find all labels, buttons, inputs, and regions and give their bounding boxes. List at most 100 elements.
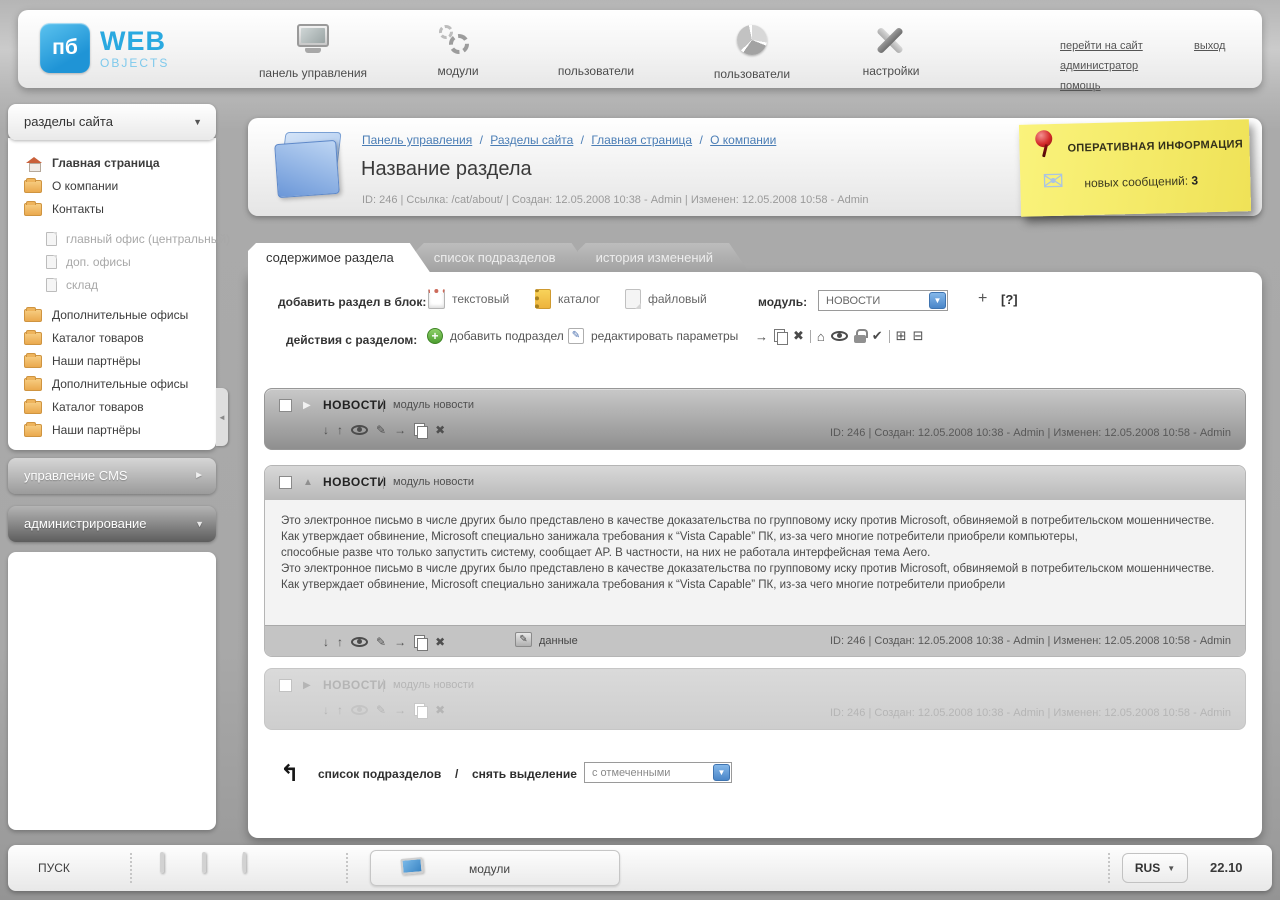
taskbar: ПУСК модули RUS ▼ 22.10: [8, 845, 1272, 891]
copy-icon[interactable]: [774, 329, 787, 343]
delete-icon[interactable]: ✖: [435, 703, 445, 717]
sidebar-sections-header[interactable]: разделы сайта ▼: [8, 104, 216, 140]
visibility-icon[interactable]: [351, 637, 368, 647]
block-checkbox[interactable]: [279, 476, 292, 489]
block-type-text[interactable]: текстовый: [428, 289, 509, 309]
expand-all-icon[interactable]: ⊞: [896, 328, 907, 344]
copy-icon[interactable]: [414, 635, 427, 649]
move-up-icon[interactable]: ↑: [337, 703, 343, 717]
copy-icon[interactable]: [414, 423, 427, 437]
tree-item-home[interactable]: Главная страница: [8, 152, 216, 175]
move-down-icon[interactable]: ↓: [323, 703, 329, 717]
folder-icon: [24, 309, 42, 322]
block-checkbox[interactable]: [279, 399, 292, 412]
tree-item[interactable]: О компании: [8, 175, 216, 198]
breadcrumb-link[interactable]: Панель управления: [362, 133, 472, 147]
start-button[interactable]: ПУСК: [38, 845, 70, 891]
block-checkbox[interactable]: [279, 679, 292, 692]
tree-item[interactable]: Каталог товаров: [8, 327, 216, 350]
task-button-modules[interactable]: модули: [370, 850, 620, 886]
breadcrumb-link[interactable]: Разделы сайта: [490, 133, 573, 147]
add-subsection-button[interactable]: + добавить подраздел: [427, 328, 564, 344]
sidebar-admin-header[interactable]: администрирование ▼: [8, 506, 216, 542]
link-go-to-site[interactable]: перейти на сайт: [1060, 40, 1143, 52]
link-logout[interactable]: выход: [1194, 40, 1225, 52]
tab-section-content[interactable]: содержимое раздела: [248, 243, 430, 272]
visibility-icon[interactable]: [351, 705, 368, 715]
move-icon[interactable]: →: [394, 703, 406, 717]
link-help[interactable]: помощь: [1060, 80, 1101, 92]
block-type-file[interactable]: файловый: [625, 289, 707, 309]
envelope-icon: ✉: [1042, 166, 1065, 198]
move-icon[interactable]: →: [394, 423, 406, 437]
tree-item[interactable]: Контакты: [8, 198, 216, 221]
nav-control-panel[interactable]: панель управления: [238, 22, 388, 80]
edit-icon[interactable]: ✎: [376, 635, 386, 649]
data-link[interactable]: данные: [539, 635, 578, 647]
lock-icon[interactable]: [854, 329, 866, 343]
help-button[interactable]: [?]: [1001, 292, 1018, 307]
data-icon[interactable]: ✎: [515, 632, 532, 647]
tree-item[interactable]: Каталог товаров: [8, 396, 216, 419]
edit-icon[interactable]: ✎: [376, 423, 386, 437]
block-meta: ID: 246 | Создан: 12.05.2008 10:38 - Adm…: [830, 707, 1231, 719]
sidebar-cms-header[interactable]: управление CMS ►: [8, 458, 216, 494]
home-icon[interactable]: ⌂: [817, 329, 825, 344]
tree-item[interactable]: Наши партнёры: [8, 419, 216, 442]
sidebar-collapse-handle[interactable]: ◄: [216, 388, 228, 446]
delete-icon[interactable]: ✖: [435, 423, 445, 437]
folder-icon: [24, 180, 42, 193]
tree-item[interactable]: Наши партнёры: [8, 350, 216, 373]
tab-subsections-list[interactable]: список подразделов: [416, 243, 592, 272]
new-messages[interactable]: новых сообщений: 3: [1084, 173, 1198, 190]
nav-users-stats[interactable]: пользователи: [677, 22, 827, 81]
module-select[interactable]: НОВОСТИ ▼: [818, 290, 948, 311]
visibility-icon[interactable]: [831, 331, 848, 341]
move-icon[interactable]: →: [755, 329, 768, 344]
copy-icon[interactable]: [414, 703, 427, 717]
move-up-icon[interactable]: ↑: [337, 423, 343, 437]
move-up-icon[interactable]: ↑: [337, 635, 343, 649]
nav-modules[interactable]: модули: [383, 22, 533, 78]
block-type-catalog[interactable]: каталог: [535, 289, 600, 309]
tree-subitem[interactable]: доп. офисы: [8, 251, 216, 274]
add-module-button[interactable]: +: [978, 290, 987, 308]
messages-count: 3: [1191, 173, 1198, 187]
with-selected-select[interactable]: с отмеченными ▼: [584, 762, 732, 783]
tree-subitem[interactable]: главный офис (центральный): [8, 228, 216, 251]
nav-users[interactable]: пользователи: [521, 22, 671, 78]
quick-launch-icon[interactable]: [202, 854, 232, 882]
move-down-icon[interactable]: ↓: [323, 423, 329, 437]
block-action-icons: ↓ ↑ ✎ → ✖: [323, 703, 445, 717]
tree-item[interactable]: Дополнительные офисы: [8, 373, 216, 396]
breadcrumb-link[interactable]: Главная страница: [591, 133, 692, 147]
tab-change-history[interactable]: история изменений: [578, 243, 749, 272]
link-administrator[interactable]: администратор: [1060, 60, 1138, 72]
delete-icon[interactable]: ✖: [793, 328, 804, 344]
collapse-all-icon[interactable]: ⊟: [913, 328, 924, 344]
return-arrow-icon[interactable]: ↰: [280, 760, 299, 787]
quick-launch-icon[interactable]: [242, 854, 272, 882]
tree-item[interactable]: Дополнительные офисы: [8, 304, 216, 327]
move-down-icon[interactable]: ↓: [323, 635, 329, 649]
move-icon[interactable]: →: [394, 635, 406, 649]
language-switcher[interactable]: RUS ▼: [1122, 853, 1188, 883]
clear-selection-link[interactable]: снять выделение: [472, 767, 577, 781]
edit-params-button[interactable]: ✎ редактировать параметры: [568, 328, 738, 344]
expand-arrow-icon[interactable]: ▶: [303, 400, 311, 411]
nav-settings[interactable]: настройки: [816, 22, 966, 78]
quick-launch-icon[interactable]: [160, 854, 190, 882]
select-arrow-icon[interactable]: ▼: [713, 764, 730, 781]
delete-icon[interactable]: ✖: [435, 635, 445, 649]
visibility-icon[interactable]: [351, 425, 368, 435]
edit-icon[interactable]: ✎: [376, 703, 386, 717]
subsections-list-link[interactable]: список подразделов: [318, 767, 441, 781]
expand-arrow-icon[interactable]: ▶: [303, 680, 311, 691]
collapse-arrow-icon[interactable]: ▲: [303, 477, 313, 488]
page-title: Название раздела: [361, 158, 532, 181]
select-arrow-icon[interactable]: ▼: [929, 292, 946, 309]
tree-subitem[interactable]: склад: [8, 274, 216, 297]
chevron-down-icon: ▼: [193, 104, 202, 140]
breadcrumb-link[interactable]: О компании: [710, 133, 776, 147]
clean-icon[interactable]: ✔: [872, 328, 883, 344]
